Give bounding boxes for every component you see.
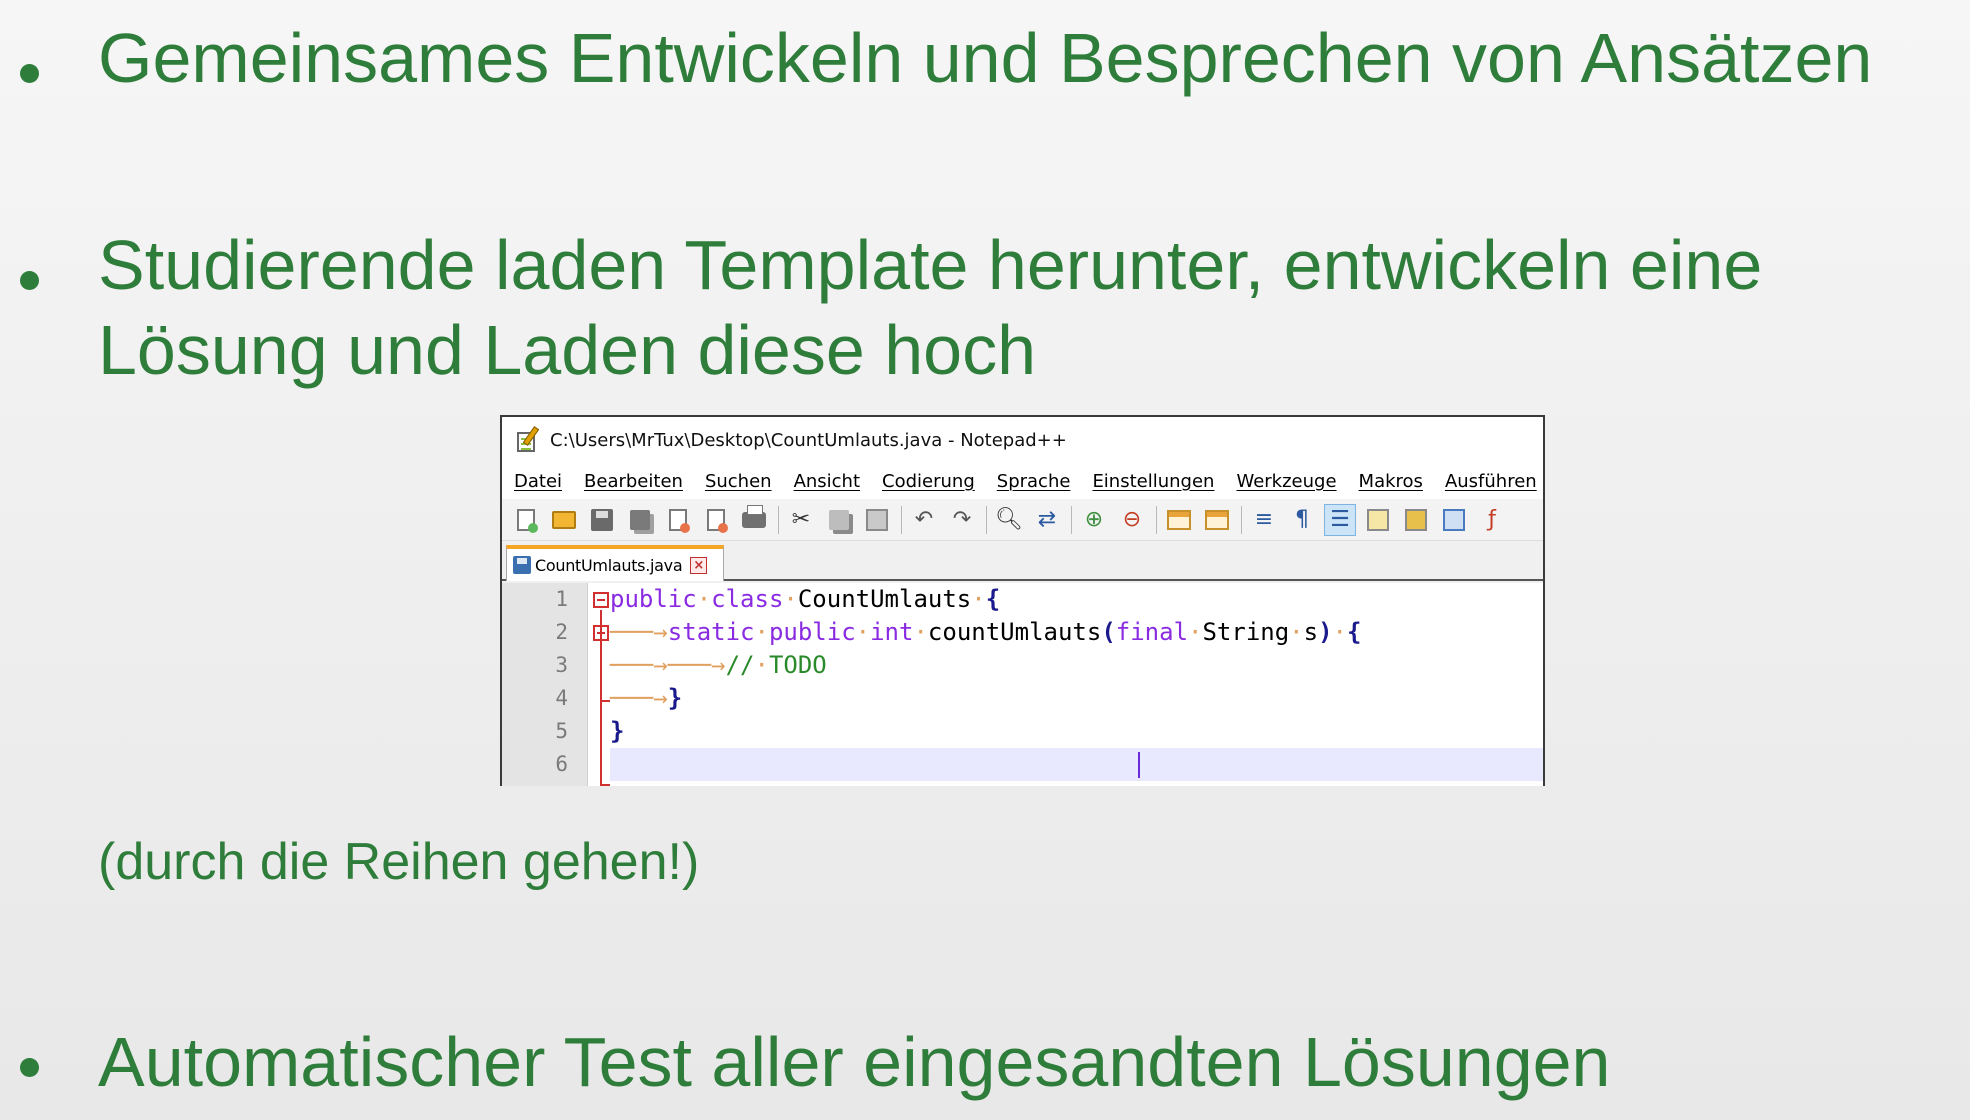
window-title: C:\Users\MrTux\Desktop\CountUmlauts.java… bbox=[550, 429, 1067, 451]
line-number-gutter: 1 2 3 4 5 6 bbox=[502, 583, 588, 786]
close-icon[interactable]: × bbox=[690, 556, 708, 574]
fold-end-mark bbox=[600, 700, 610, 702]
save-icon bbox=[513, 556, 531, 574]
bullet-text: Automatischer Test aller eingesandten Lö… bbox=[98, 1023, 1611, 1101]
line-number: 6 bbox=[555, 752, 568, 776]
word-wrap-icon[interactable]: ≡ bbox=[1248, 504, 1280, 536]
save-all-icon[interactable] bbox=[624, 504, 656, 536]
menu-item-bearbeiten[interactable]: Bearbeiten bbox=[584, 471, 683, 492]
keyword: public bbox=[610, 585, 697, 613]
tab-bar: CountUmlauts.java × bbox=[502, 541, 1543, 581]
bullet-dot bbox=[20, 1058, 39, 1077]
keyword: int bbox=[870, 618, 914, 646]
text-cursor bbox=[1138, 752, 1140, 778]
menu-item-datei[interactable]: Datei bbox=[514, 471, 562, 492]
line-number: 2 bbox=[555, 620, 568, 644]
line-number: 3 bbox=[555, 653, 568, 677]
toolbar-separator bbox=[1156, 505, 1157, 534]
print-icon[interactable] bbox=[738, 504, 770, 536]
note-text: (durch die Reihen gehen!) bbox=[98, 833, 700, 891]
function-list-icon[interactable] bbox=[1438, 504, 1470, 536]
bullet-text-line-1: Studierende laden Template herunter, ent… bbox=[98, 226, 1763, 304]
code-editor[interactable]: 1 2 3 4 5 6 public·class·CountUmlauts·{ … bbox=[502, 583, 1543, 786]
code-line-1: public·class·CountUmlauts·{ bbox=[610, 585, 1001, 613]
keyword: public bbox=[768, 618, 856, 646]
new-file-icon[interactable] bbox=[510, 504, 542, 536]
close-icon[interactable] bbox=[662, 504, 694, 536]
keyword: final bbox=[1115, 618, 1189, 646]
keyword: static bbox=[667, 618, 755, 646]
bullet-dot bbox=[20, 271, 39, 290]
bullet-text-line-2: Lösung und Laden diese hoch bbox=[98, 311, 1037, 389]
brace: } bbox=[610, 717, 625, 745]
sync-horizontal-icon[interactable] bbox=[1201, 504, 1233, 536]
fold-end-mark bbox=[600, 784, 610, 786]
code-line-3: ───→───→//·TODO bbox=[610, 651, 827, 679]
param-name: s bbox=[1303, 618, 1319, 646]
indent-guide-icon[interactable]: ☰ bbox=[1324, 503, 1356, 536]
fold-line bbox=[600, 610, 602, 786]
comment: // bbox=[725, 651, 755, 679]
code-line-6 bbox=[610, 748, 1543, 781]
undo-icon[interactable]: ↶ bbox=[908, 504, 940, 536]
bullet-text: Studierende laden Template herunter, ent… bbox=[98, 223, 1950, 393]
method-name: countUmlauts bbox=[927, 618, 1102, 646]
doc-map-icon[interactable] bbox=[1400, 504, 1432, 536]
code-line-4: ───→} bbox=[610, 684, 683, 712]
toolbar-separator bbox=[1071, 505, 1072, 534]
paren: ( bbox=[1101, 618, 1116, 646]
menu-item-ansicht[interactable]: Ansicht bbox=[794, 471, 860, 492]
menu-item-werkzeuge[interactable]: Werkzeuge bbox=[1236, 471, 1336, 492]
menu-item-makros[interactable]: Makros bbox=[1359, 471, 1423, 492]
line-number: 1 bbox=[555, 587, 568, 611]
bullet-text: Gemeinsames Entwickeln und Besprechen vo… bbox=[98, 19, 1873, 97]
tab-label: CountUmlauts.java bbox=[535, 555, 683, 575]
type-name: String bbox=[1202, 618, 1290, 646]
menu-item-ausfuehren[interactable]: Ausführen bbox=[1445, 471, 1537, 492]
brace: { bbox=[1346, 618, 1362, 646]
show-all-chars-icon[interactable]: ¶ bbox=[1286, 504, 1318, 536]
monitoring-icon[interactable]: ƒ bbox=[1476, 504, 1508, 536]
menu-bar: Datei Bearbeiten Suchen Ansicht Codierun… bbox=[502, 463, 1543, 499]
toolbar-separator bbox=[778, 505, 779, 534]
zoom-in-icon[interactable]: ⊕ bbox=[1078, 504, 1110, 536]
menu-item-einstellungen[interactable]: Einstellungen bbox=[1092, 471, 1214, 492]
zoom-out-icon[interactable]: ⊖ bbox=[1116, 504, 1148, 536]
window-title-bar: C:\Users\MrTux\Desktop\CountUmlauts.java… bbox=[502, 417, 1543, 463]
code-line-2: ───→static·public·int·countUmlauts(final… bbox=[610, 618, 1362, 646]
toolbar: ✂ ↶ ↷ 🔍︎ ⇄ ⊕ ⊖ ≡ ¶ ☰ ƒ bbox=[502, 499, 1543, 541]
menu-item-codierung[interactable]: Codierung bbox=[882, 471, 975, 492]
brace: } bbox=[667, 684, 683, 712]
brace: { bbox=[985, 585, 1001, 613]
toolbar-separator bbox=[986, 505, 987, 534]
sync-vertical-icon[interactable] bbox=[1163, 504, 1195, 536]
bullet-dot bbox=[20, 64, 39, 83]
line-number: 4 bbox=[555, 686, 568, 710]
keyword: class bbox=[711, 585, 784, 613]
find-icon[interactable]: 🔍︎ bbox=[993, 504, 1025, 536]
copy-icon[interactable] bbox=[823, 504, 855, 536]
close-all-icon[interactable] bbox=[700, 504, 732, 536]
notepadpp-window: C:\Users\MrTux\Desktop\CountUmlauts.java… bbox=[500, 415, 1545, 786]
open-file-icon[interactable] bbox=[548, 504, 580, 536]
fold-collapse-icon[interactable] bbox=[593, 592, 609, 608]
menu-item-suchen[interactable]: Suchen bbox=[705, 471, 772, 492]
cut-icon[interactable]: ✂ bbox=[785, 504, 817, 536]
toolbar-separator bbox=[1241, 505, 1242, 534]
user-language-icon[interactable] bbox=[1362, 504, 1394, 536]
paren: ) bbox=[1318, 618, 1333, 646]
replace-icon[interactable]: ⇄ bbox=[1031, 504, 1063, 536]
class-name: CountUmlauts bbox=[797, 585, 972, 613]
code-line-5: } bbox=[610, 715, 1543, 748]
line-number: 5 bbox=[555, 719, 568, 743]
paste-icon[interactable] bbox=[861, 504, 893, 536]
notepad-app-icon bbox=[514, 426, 540, 454]
toolbar-separator bbox=[901, 505, 902, 534]
redo-icon[interactable]: ↷ bbox=[946, 504, 978, 536]
comment: TODO bbox=[768, 651, 827, 679]
save-icon[interactable] bbox=[586, 504, 618, 536]
menu-item-sprache[interactable]: Sprache bbox=[997, 471, 1071, 492]
tab-countumlauts-java[interactable]: CountUmlauts.java × bbox=[506, 545, 724, 581]
